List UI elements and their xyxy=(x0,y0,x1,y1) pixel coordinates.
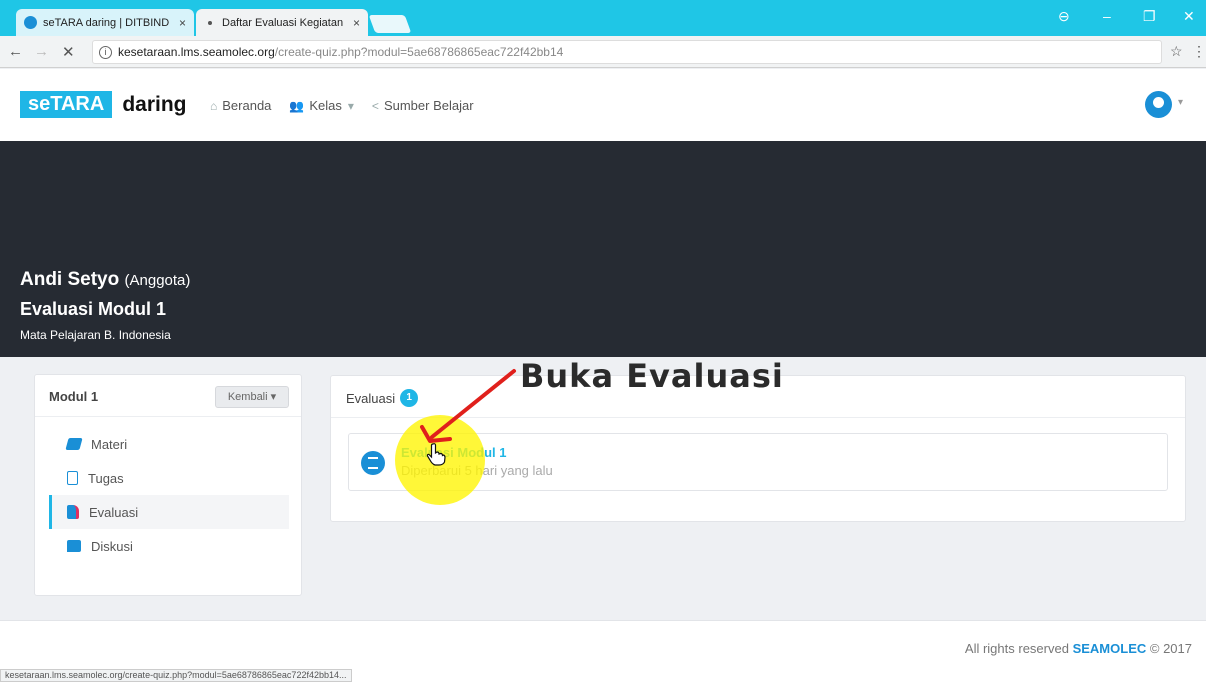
user-name: Andi Setyo xyxy=(20,269,120,290)
browser-tab[interactable]: seTARA daring | DITBIND × xyxy=(16,9,194,36)
nav-label: Kelas xyxy=(309,98,342,113)
site-logo[interactable]: seTARA daring xyxy=(20,91,186,118)
home-icon: ⌂ xyxy=(210,98,218,113)
sidebar-item-label: Materi xyxy=(91,436,128,452)
book-icon xyxy=(65,438,83,450)
logo-pill: seTARA xyxy=(20,91,113,118)
main-nav: ⌂ Beranda 👥 Kelas ▾ < Sumber Belajar xyxy=(210,98,492,113)
tab-title: Daftar Evaluasi Kegiatan xyxy=(222,16,344,29)
minimize-button[interactable]: – xyxy=(1103,8,1111,24)
sidebar-item-evaluasi[interactable]: Evaluasi xyxy=(49,495,289,529)
sidebar-item-diskusi[interactable]: Diskusi xyxy=(49,529,289,563)
browser-status-bar: kesetaraan.lms.seamolec.org/create-quiz.… xyxy=(0,669,352,682)
site-favicon-icon xyxy=(24,16,37,29)
loading-icon xyxy=(208,20,212,25)
sidebar-item-label: Evaluasi xyxy=(89,504,139,520)
annotation-text: Buka Evaluasi xyxy=(520,357,784,395)
document-icon xyxy=(67,471,78,485)
annotation-arrow-icon xyxy=(420,369,516,443)
nav-beranda[interactable]: ⌂ Beranda xyxy=(210,98,271,113)
browser-tab-bar: seTARA daring | DITBIND × Daftar Evaluas… xyxy=(0,0,1206,36)
module-sidebar: Modul 1 Kembali ▾ Materi Tugas Evaluasi … xyxy=(34,374,302,596)
kembali-button[interactable]: Kembali ▾ xyxy=(215,386,289,408)
sidebar-item-label: Diskusi xyxy=(91,538,133,554)
copyright-suffix: © 2017 xyxy=(1149,641,1192,656)
footer-brand-link[interactable]: SEAMOLEC xyxy=(1073,641,1147,656)
site-navbar: seTARA daring ⌂ Beranda 👥 Kelas ▾ < Sumber B… xyxy=(0,69,1206,141)
user-role: (Anggota) xyxy=(124,272,191,289)
nav-label: Sumber Belajar xyxy=(383,98,474,113)
restore-button[interactable]: ❐ xyxy=(1143,8,1156,25)
copyright: All rights reserved SEAMOLEC © 2017 xyxy=(965,641,1192,656)
close-window-button[interactable]: ✕ xyxy=(1183,8,1195,25)
tab-close-icon[interactable]: × xyxy=(179,16,186,30)
forward-button[interactable]: → xyxy=(34,43,49,60)
sidebar-item-tugas[interactable]: Tugas xyxy=(49,461,289,495)
page-header: Andi Setyo (Anggota) Evaluasi Modul 1 Ma… xyxy=(0,141,1206,357)
browser-tab-active[interactable]: Daftar Evaluasi Kegiatan × xyxy=(196,9,368,36)
stop-button[interactable]: ✕ xyxy=(62,43,75,61)
user-avatar[interactable] xyxy=(1145,91,1172,118)
page-title: Evaluasi Modul 1 xyxy=(20,299,167,319)
quiz-list-icon xyxy=(361,451,385,475)
new-tab-button[interactable] xyxy=(368,15,412,33)
tab-close-icon[interactable]: × xyxy=(353,16,360,30)
profile-icon[interactable]: ⊖ xyxy=(1058,8,1070,25)
chat-icon xyxy=(67,540,81,552)
nav-sumber-belajar[interactable]: < Sumber Belajar xyxy=(372,98,474,113)
info-icon[interactable]: i xyxy=(99,45,112,59)
back-button[interactable]: ← xyxy=(8,43,23,60)
copyright-prefix: All rights reserved xyxy=(964,641,1069,656)
evaluasi-heading-label: Evaluasi xyxy=(346,390,396,406)
sidebar-item-materi[interactable]: Materi xyxy=(49,427,289,461)
url-input[interactable]: i kesetaraan.lms.seamolec.org/create-qui… xyxy=(92,40,1162,64)
share-icon: < xyxy=(371,98,379,113)
tab-title: seTARA daring | DITBIND xyxy=(43,16,170,29)
sidebar-item-label: Tugas xyxy=(88,470,124,486)
url-path: /create-quiz.php?modul=5ae68786865eac722… xyxy=(274,45,564,59)
user-heading: Andi Setyo (Anggota) xyxy=(20,269,190,291)
url-host: kesetaraan.lms.seamolec.org xyxy=(118,45,275,59)
clipboard-icon xyxy=(67,505,79,519)
browser-menu-icon[interactable]: ⋮ xyxy=(1192,43,1206,60)
address-bar: ← → ✕ i kesetaraan.lms.seamolec.org/crea… xyxy=(0,36,1206,68)
chevron-down-icon: ▾ xyxy=(347,98,354,113)
logo-word: daring xyxy=(122,92,187,116)
sidebar-title: Modul 1 xyxy=(49,389,99,404)
nav-label: Beranda xyxy=(222,98,272,113)
evaluasi-heading: Evaluasi 1 xyxy=(346,389,419,407)
users-icon: 👥 xyxy=(289,98,305,113)
hand-cursor-icon xyxy=(426,443,446,466)
kembali-label: Kembali xyxy=(227,391,268,403)
subject-label: Mata Pelajaran B. Indonesia xyxy=(20,328,171,342)
chevron-down-icon[interactable]: ▾ xyxy=(1178,97,1183,108)
sidebar-header: Modul 1 Kembali ▾ xyxy=(35,375,301,417)
bookmark-star-icon[interactable]: ☆ xyxy=(1170,43,1183,60)
nav-kelas[interactable]: 👥 Kelas ▾ xyxy=(289,98,354,113)
module-menu: Materi Tugas Evaluasi Diskusi xyxy=(49,427,289,563)
